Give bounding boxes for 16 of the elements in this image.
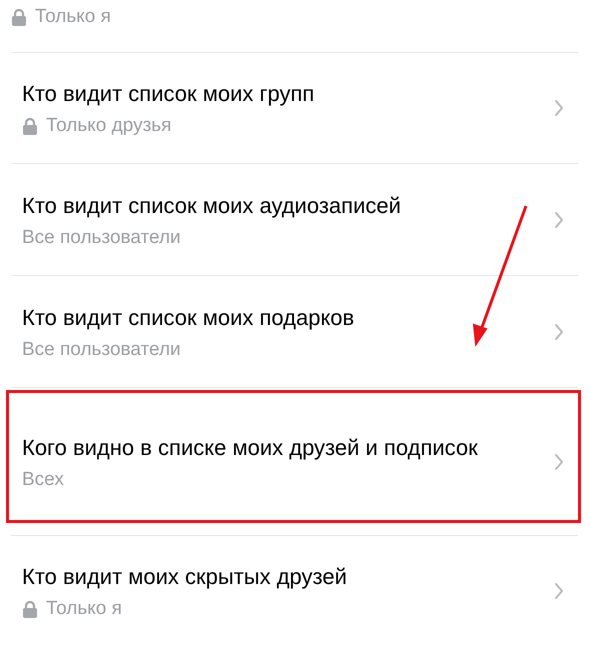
setting-title: Кто видит список моих аудиозаписей [22,192,402,220]
chevron-right-icon[interactable] [554,452,564,470]
setting-title: Кого видно в списке моих друзей и подписок [22,434,479,462]
setting-title: Кто видит моих скрытых друзей [22,562,348,591]
setting-value: Только я [46,596,122,620]
chevron-right-icon[interactable] [554,322,564,340]
chevron-right-icon[interactable] [554,210,564,228]
chevron-right-icon[interactable] [554,582,564,600]
setting-value: Все пользователи [22,226,181,250]
setting-value: Только я [35,5,111,29]
setting-title: Кто видит список моих групп [22,80,316,108]
setting-value: Только друзья [46,114,172,138]
setting-value: Все пользователи [22,338,181,362]
setting-value: Всех [22,468,64,492]
chevron-right-icon[interactable] [554,99,564,117]
setting-title: Кто видит список моих подарков [22,304,356,332]
